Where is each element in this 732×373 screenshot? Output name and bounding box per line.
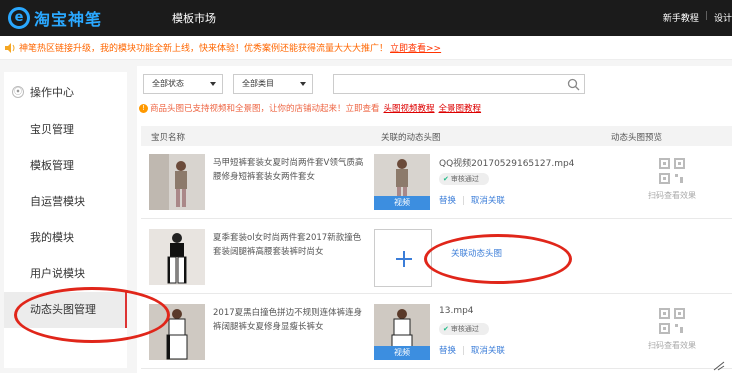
sidebar-item-self-operated-module[interactable]: 自运营模块 — [4, 184, 127, 220]
col-product-name: 宝贝名称 — [151, 133, 186, 143]
video-tag: 视频 — [374, 196, 430, 210]
logo[interactable]: e 淘宝神笔 — [8, 6, 102, 30]
video-filename: QQ视频20170529165127.mp4 — [439, 159, 575, 169]
main-content: 全部状态 全部类目 ! 商品头图已支持视频和全景图，让你的店铺动起来！立即查看 … — [137, 66, 732, 373]
logo-text: 淘宝神笔 — [34, 10, 103, 29]
product-title[interactable]: 马甲短裤套装女夏时尚两件套V领气质高腰修身短裤套装女两件套女 — [213, 156, 367, 184]
filter-bar: 全部状态 全部类目 — [143, 74, 313, 94]
search-icon[interactable] — [567, 78, 580, 91]
divider: | — [462, 196, 465, 206]
info-text: 商品头图已支持视频和全景图，让你的店铺动起来！立即查看 — [150, 104, 380, 114]
category-select[interactable]: 全部类目 — [233, 74, 313, 94]
status-select[interactable]: 全部状态 — [143, 74, 223, 94]
audit-status-badge: ✔ 审核通过 — [439, 173, 489, 185]
top-right-links: 新手教程 | 设计 — [663, 11, 732, 24]
table-row: 马甲短裤套装女夏时尚两件套V领气质高腰修身短裤套装女两件套女 视频 QQ视频20… — [141, 148, 732, 219]
video-tag: 视频 — [374, 346, 430, 360]
design-link[interactable]: 设计 — [714, 11, 732, 24]
sidebar-item-my-module[interactable]: 我的模块 — [4, 220, 127, 256]
sidebar-header-label: 操作中心 — [30, 86, 74, 99]
row-actions: 替换 | 取消关联 — [439, 344, 505, 356]
status-select-value: 全部状态 — [152, 79, 184, 88]
product-title[interactable]: 2017夏黑白撞色拼边不规则连体裤连身裤阔腿裤女夏修身显瘦长裤女 — [213, 306, 367, 334]
qr-preview[interactable]: 扫码查看效果 — [637, 308, 707, 351]
link-headimage-link[interactable]: 关联动态头图 — [451, 247, 502, 259]
category-select-value: 全部类目 — [242, 79, 274, 88]
qr-preview[interactable]: 扫码查看效果 — [637, 158, 707, 201]
sidebar: ⦿ 操作中心 宝贝管理 模板管理 自运营模块 我的模块 用户说模块 动态头图管理 — [4, 72, 127, 368]
caret-down-icon — [210, 82, 216, 86]
cancel-link[interactable]: 取消关联 — [471, 196, 505, 206]
plus-icon — [403, 251, 405, 267]
speaker-icon — [5, 42, 15, 53]
add-headimage-button[interactable] — [374, 229, 432, 287]
table-row: 2017夏黑白撞色拼边不规则连体裤连身裤阔腿裤女夏修身显瘦长裤女 视频 13.m… — [141, 298, 732, 369]
divider: | — [704, 11, 708, 21]
sidebar-item-dynamic-headimage[interactable]: 动态头图管理 — [4, 292, 127, 328]
video-tutorial-link[interactable]: 头图视频教程 — [384, 102, 435, 114]
product-thumbnail[interactable] — [149, 154, 205, 210]
qr-code-icon — [659, 158, 685, 184]
col-linked-headimage: 关联的动态头图 — [381, 133, 441, 143]
scan-preview-label: 扫码查看效果 — [648, 341, 696, 350]
sidebar-item-template-manage[interactable]: 模板管理 — [4, 148, 127, 184]
replace-link[interactable]: 替换 — [439, 346, 456, 356]
caret-down-icon — [300, 82, 306, 86]
col-headimage-preview: 动态头图预览 — [611, 133, 663, 143]
tutorial-link[interactable]: 新手教程 — [663, 11, 699, 24]
operation-center-icon: ⦿ — [12, 86, 24, 98]
product-thumbnail[interactable] — [149, 229, 205, 285]
sidebar-item-product-manage[interactable]: 宝贝管理 — [4, 112, 127, 148]
search-input[interactable] — [333, 74, 585, 94]
video-filename: 13.mp4 — [439, 306, 474, 316]
product-thumbnail[interactable] — [149, 304, 205, 360]
notice-bar: 神笔热区链接升级，我的模块功能全新上线，快来体验！优秀案例还能获得流量大大大推广… — [0, 36, 732, 60]
logo-mark-icon: e — [8, 7, 30, 29]
linked-video-thumbnail[interactable]: 视频 — [374, 154, 430, 210]
top-bar: e 淘宝神笔 模板市场 新手教程 | 设计 — [0, 0, 732, 36]
replace-link[interactable]: 替换 — [439, 196, 456, 206]
resize-grip-icon[interactable] — [712, 361, 726, 371]
audit-status-badge: ✔ 审核通过 — [439, 323, 489, 335]
qr-code-icon — [659, 308, 685, 334]
warning-icon: ! — [139, 103, 148, 113]
notice-link[interactable]: 立即查看>> — [390, 41, 441, 54]
check-icon: ✔ — [443, 175, 449, 183]
info-tip: ! 商品头图已支持视频和全景图，让你的店铺动起来！立即查看 头图视频教程 全景图… — [139, 102, 481, 114]
divider: | — [462, 346, 465, 356]
audit-status-text: 审核通过 — [450, 175, 479, 183]
product-title[interactable]: 夏季套装ol女时尚两件套2017新款撞色套装阔腿裤高腰套装裤时尚女 — [213, 231, 367, 259]
check-icon: ✔ — [443, 325, 449, 333]
sidebar-item-user-say-module[interactable]: 用户说模块 — [4, 256, 127, 292]
notice-text: 神笔热区链接升级，我的模块功能全新上线，快来体验！优秀案例还能获得流量大大大推广… — [19, 44, 389, 54]
scan-preview-label: 扫码查看效果 — [648, 191, 696, 200]
panorama-tutorial-link[interactable]: 全景图教程 — [439, 102, 482, 114]
nav-template-market[interactable]: 模板市场 — [172, 10, 216, 26]
linked-video-thumbnail[interactable]: 视频 — [374, 304, 430, 360]
cancel-link[interactable]: 取消关联 — [471, 346, 505, 356]
row-actions: 替换 | 取消关联 — [439, 194, 505, 206]
table-header: 宝贝名称 关联的动态头图 动态头图预览 — [141, 126, 732, 146]
audit-status-text: 审核通过 — [450, 325, 479, 333]
sidebar-header: ⦿ 操作中心 — [4, 72, 127, 112]
table-row: 夏季套装ol女时尚两件套2017新款撞色套装阔腿裤高腰套装裤时尚女 关联动态头图 — [141, 223, 732, 294]
